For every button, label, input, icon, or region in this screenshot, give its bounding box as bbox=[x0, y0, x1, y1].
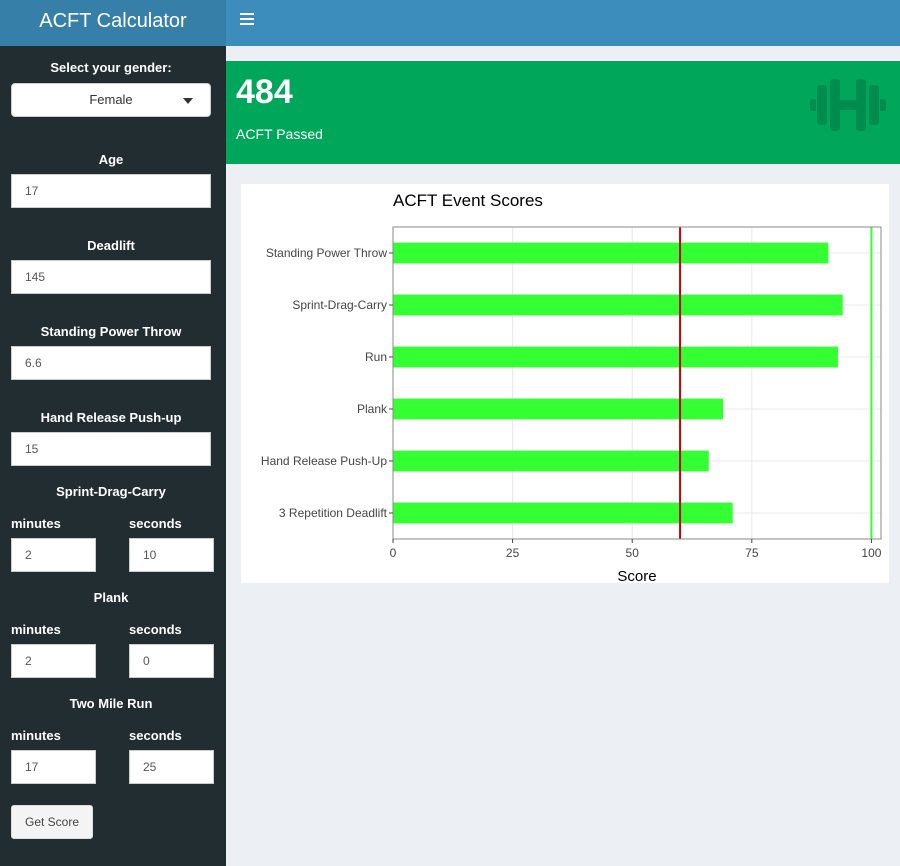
bar bbox=[393, 294, 843, 316]
y-tick-label: Hand Release Push-Up bbox=[261, 454, 387, 468]
run-seconds-input[interactable]: 25 bbox=[129, 750, 214, 784]
y-tick-label: Run bbox=[365, 350, 387, 364]
caret-down-icon bbox=[183, 98, 193, 104]
deadlift-label: Deadlift bbox=[87, 238, 135, 253]
get-score-button[interactable]: Get Score bbox=[11, 805, 93, 839]
total-score: 484 bbox=[236, 73, 293, 111]
y-tick-label: Standing Power Throw bbox=[266, 246, 388, 260]
bar bbox=[393, 242, 829, 264]
plank-label: Plank bbox=[93, 590, 129, 605]
y-tick-label: Sprint-Drag-Carry bbox=[292, 298, 387, 312]
x-tick-label: 50 bbox=[626, 546, 640, 560]
run-minutes-input[interactable]: 17 bbox=[11, 750, 96, 784]
bar bbox=[393, 450, 709, 472]
x-tick-label: 0 bbox=[390, 546, 397, 560]
sdc-seconds-label: seconds bbox=[129, 516, 182, 531]
sdc-label: Sprint-Drag-Carry bbox=[56, 484, 166, 499]
age-input[interactable]: 17 bbox=[11, 174, 211, 208]
gender-label: Select your gender: bbox=[50, 60, 172, 75]
sdc-minutes-label: minutes bbox=[11, 516, 61, 531]
bar bbox=[393, 502, 733, 524]
event-scores-chart: ACFT Event Scores 3 Repetition Deadlift H… bbox=[261, 191, 882, 585]
y-tick-label: 3 Repetition Deadlift bbox=[279, 506, 388, 520]
chart-title: ACFT Event Scores bbox=[393, 191, 543, 210]
plot-frame bbox=[392, 226, 882, 540]
score-value-box: 484 ACFT Passed bbox=[226, 61, 900, 164]
x-axis-title: Score bbox=[617, 568, 656, 583]
x-tick-label: 25 bbox=[506, 546, 520, 560]
power-throw-label: Standing Power Throw bbox=[40, 324, 182, 339]
run-label: Two Mile Run bbox=[69, 696, 153, 711]
run-minutes-label: minutes bbox=[11, 728, 61, 743]
top-navbar bbox=[226, 0, 900, 46]
plank-seconds-label: seconds bbox=[129, 622, 182, 637]
menu-icon[interactable] bbox=[240, 13, 254, 27]
power-throw-input[interactable]: 6.6 bbox=[11, 346, 211, 380]
sdc-minutes-input[interactable]: 2 bbox=[11, 538, 96, 572]
pushup-label: Hand Release Push-up bbox=[40, 410, 182, 425]
sidebar: Select your gender: Female Age 17 Deadli… bbox=[0, 46, 226, 866]
gender-select-value: Female bbox=[89, 92, 133, 107]
app-title: ACFT Calculator bbox=[0, 0, 226, 46]
bar bbox=[393, 346, 838, 368]
plank-seconds-input[interactable]: 0 bbox=[129, 644, 214, 678]
x-tick-label: 75 bbox=[745, 546, 759, 560]
run-seconds-label: seconds bbox=[129, 728, 182, 743]
x-tick-label: 100 bbox=[861, 546, 881, 560]
bar bbox=[393, 398, 724, 420]
pushup-input[interactable]: 15 bbox=[11, 432, 211, 466]
deadlift-input[interactable]: 145 bbox=[11, 260, 211, 294]
age-label: Age bbox=[98, 152, 124, 167]
chart-panel: ACFT Event Scores 3 Repetition Deadlift H… bbox=[241, 184, 889, 585]
y-tick-label: Plank bbox=[357, 402, 388, 416]
plank-minutes-input[interactable]: 2 bbox=[11, 644, 96, 678]
pass-status: ACFT Passed bbox=[236, 126, 323, 142]
sdc-seconds-input[interactable]: 10 bbox=[129, 538, 214, 572]
gender-select[interactable]: Female bbox=[11, 83, 211, 117]
plank-minutes-label: minutes bbox=[11, 622, 61, 637]
dumbbell-icon bbox=[810, 79, 886, 131]
